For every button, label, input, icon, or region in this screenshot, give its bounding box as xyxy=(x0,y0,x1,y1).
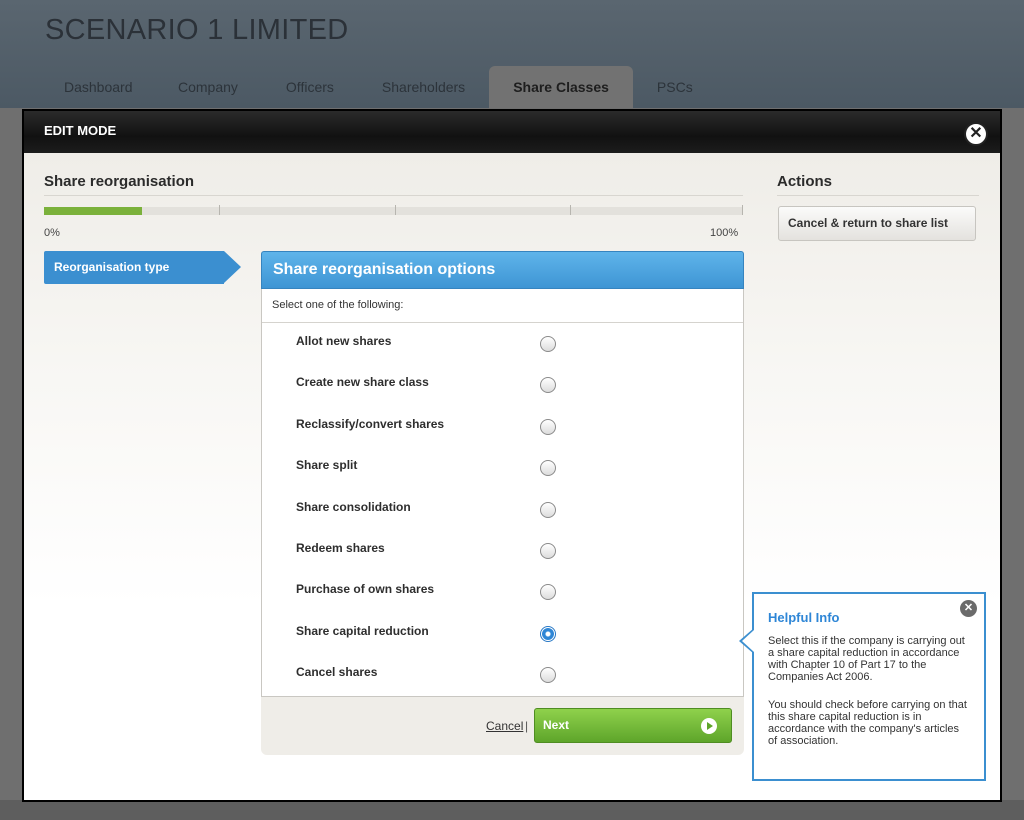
options-list: Allot new shares Create new share class Re… xyxy=(262,323,743,696)
option-row[interactable]: Share consolidation xyxy=(262,489,743,530)
next-button-label: Next xyxy=(543,718,570,732)
modal-title-bar: EDIT MODE ✕ xyxy=(24,111,1000,153)
section-divider xyxy=(44,195,743,196)
option-radio[interactable] xyxy=(540,418,556,435)
option-radio[interactable] xyxy=(540,625,556,642)
option-radio[interactable] xyxy=(540,336,556,352)
close-icon[interactable]: ✕ xyxy=(960,600,977,617)
modal-title: EDIT MODE xyxy=(44,123,117,138)
step-reorganisation-type: Reorganisation type xyxy=(44,251,241,284)
option-row[interactable]: Share split xyxy=(262,447,743,488)
option-label: Purchase of own shares xyxy=(296,582,435,597)
helpful-info-title: Helpful Info xyxy=(768,610,840,625)
option-radio[interactable] xyxy=(540,667,556,684)
section-title: Share reorganisation xyxy=(44,173,195,190)
progress-tick xyxy=(570,205,571,215)
tab-pscs[interactable]: PSCs xyxy=(633,66,717,108)
cancel-link[interactable]: Cancel xyxy=(486,719,523,733)
progress-fill xyxy=(44,207,142,215)
options-panel-footer: Cancel | Next xyxy=(261,697,744,755)
option-label: Reclassify/convert shares xyxy=(296,416,445,431)
option-radio[interactable] xyxy=(540,501,556,518)
actions-divider xyxy=(777,195,979,196)
progress-tick xyxy=(395,205,396,215)
modal-body: Share reorganisation 0% 100% Reorganisat… xyxy=(24,153,1000,800)
option-radio[interactable] xyxy=(540,460,556,477)
edit-mode-modal: EDIT MODE ✕ Share reorganisation 0% 100%… xyxy=(22,109,1002,802)
option-label: Redeem shares xyxy=(296,540,385,555)
option-row[interactable]: Share capital reduction xyxy=(262,613,743,654)
option-label: Share consolidation xyxy=(296,499,411,514)
option-label: Cancel shares xyxy=(296,665,378,680)
option-radio[interactable] xyxy=(540,377,556,394)
options-panel-title: Share reorganisation options xyxy=(261,251,744,289)
helpful-info-box: ✕ Helpful Info Select this if the compan… xyxy=(739,592,986,781)
progress-tick xyxy=(742,205,743,215)
option-row[interactable]: Create new share class xyxy=(262,364,743,405)
options-list-container: Select one of the following: Allot new s… xyxy=(261,289,744,697)
tab-shareholders[interactable]: Shareholders xyxy=(358,66,489,108)
next-button[interactable]: Next xyxy=(534,708,732,743)
tab-share-classes[interactable]: Share Classes xyxy=(489,66,633,108)
company-title: SCENARIO 1 LIMITED xyxy=(45,14,349,46)
option-label: Share split xyxy=(296,458,358,473)
tab-officers[interactable]: Officers xyxy=(262,66,358,108)
option-row[interactable]: Cancel shares xyxy=(262,654,743,695)
app-header: SCENARIO 1 LIMITED Dashboard Company Off… xyxy=(0,0,1024,108)
option-row[interactable]: Reclassify/convert shares xyxy=(262,406,743,447)
option-radio[interactable] xyxy=(540,542,556,559)
helpful-info-text: Select this if the company is carrying o… xyxy=(768,635,965,683)
option-label: Allot new shares xyxy=(296,334,392,348)
option-row[interactable]: Allot new shares xyxy=(262,323,743,364)
progress-bar xyxy=(44,207,743,215)
option-row[interactable]: Purchase of own shares xyxy=(262,571,743,612)
link-separator: | xyxy=(525,719,529,733)
close-icon[interactable]: ✕ xyxy=(964,122,988,146)
progress-start-label: 0% xyxy=(44,227,60,239)
progress-end-label: 100% xyxy=(710,227,739,239)
main-tabs: Dashboard Company Officers Shareholders … xyxy=(40,66,717,108)
callout-arrow xyxy=(739,628,754,654)
option-radio[interactable] xyxy=(540,584,556,601)
play-arrow-icon xyxy=(701,718,717,734)
option-row[interactable]: Redeem shares xyxy=(262,530,743,571)
cancel-return-button[interactable]: Cancel & return to share list xyxy=(778,206,976,241)
progress-tick xyxy=(219,205,220,215)
option-label: Share capital reduction xyxy=(296,623,429,638)
helpful-info-text: You should check before carrying on that… xyxy=(768,699,967,747)
app-footer-strip xyxy=(0,800,1024,820)
actions-title: Actions xyxy=(777,173,833,190)
tab-dashboard[interactable]: Dashboard xyxy=(40,66,154,108)
options-instruction: Select one of the following: xyxy=(262,289,743,323)
options-panel: Share reorganisation options Select one … xyxy=(261,251,744,755)
option-label: Create new share class xyxy=(296,375,429,390)
tab-company[interactable]: Company xyxy=(154,66,262,108)
